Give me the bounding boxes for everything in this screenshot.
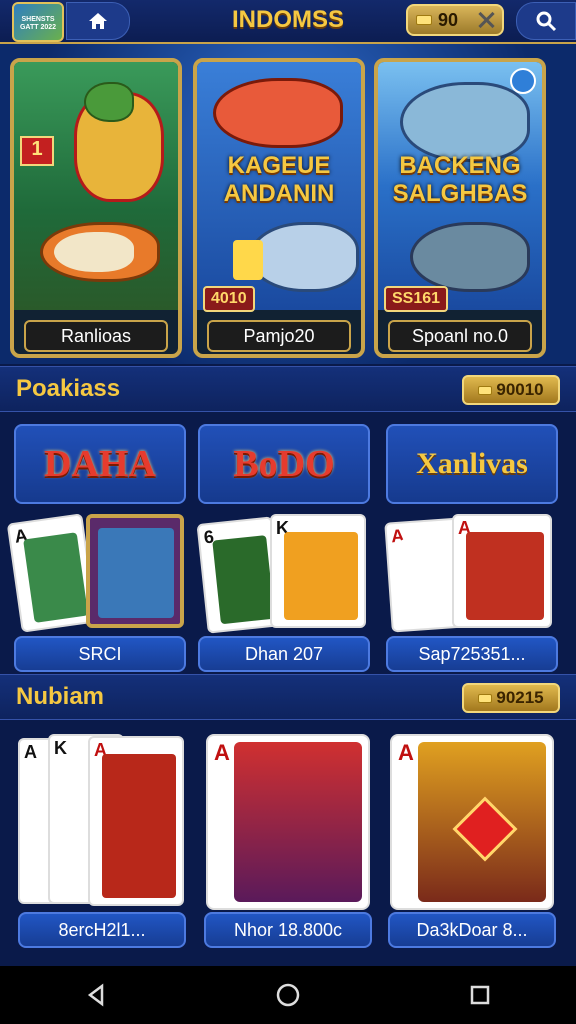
home-icon xyxy=(89,13,107,29)
close-icon[interactable] xyxy=(476,10,496,30)
featured-game-card[interactable]: 1 Ranlioas xyxy=(10,58,182,358)
back-icon xyxy=(87,983,104,1007)
game-banner: DAHA xyxy=(14,424,186,504)
featured-game-card[interactable]: KAGEUE ANDANIN 4010 Pamjo20 xyxy=(193,58,365,358)
logo-text: SHENSTS GATT 2022 xyxy=(19,16,57,31)
section-coin-value: 90010 xyxy=(496,380,544,399)
coin-balance[interactable]: 90 xyxy=(406,4,504,36)
price-badge: SS161 xyxy=(384,286,449,312)
app-logo[interactable]: SHENSTS GATT 2022 xyxy=(12,2,64,42)
card-art: A A xyxy=(384,514,558,634)
game-tile[interactable]: DAHA A SRCI xyxy=(6,424,186,672)
game-caption: Sap725351... xyxy=(386,636,558,672)
coin-value: 90 xyxy=(438,9,459,30)
game-caption: Da3kDoar 8... xyxy=(388,912,556,948)
game-label: Ranlioas xyxy=(24,320,168,352)
home-button[interactable] xyxy=(66,2,130,40)
card-art: A xyxy=(6,513,186,634)
game-tile[interactable]: BoDO 6 K Dhan 207 xyxy=(196,424,370,672)
level-badge: 1 xyxy=(20,136,54,166)
card-art: A K A xyxy=(18,734,186,914)
search-button[interactable] xyxy=(516,2,576,40)
coin-icon xyxy=(478,693,493,703)
game-art-title: BACKENG SALGHBAS xyxy=(392,152,528,207)
game-label: Pamjo20 xyxy=(207,320,351,352)
coin-icon xyxy=(478,385,493,395)
recents-icon xyxy=(470,985,490,1005)
card-art: A xyxy=(204,734,372,914)
card-art: A xyxy=(388,734,556,914)
game-tile[interactable]: A Nhor 18.800c xyxy=(204,734,372,948)
section-coin-pill[interactable]: 90010 xyxy=(462,375,560,405)
featured-game-card[interactable]: BACKENG SALGHBAS SS161 Spoanl no.0 xyxy=(374,58,546,358)
game-caption: Nhor 18.800c xyxy=(204,912,372,948)
game-caption: 8ercH2l1... xyxy=(18,912,186,948)
game-caption: SRCI xyxy=(14,636,186,672)
game-art-title: KAGEUE ANDANIN xyxy=(223,152,335,207)
game-art xyxy=(14,62,178,310)
section-title: Nubiam xyxy=(16,683,105,710)
search-icon xyxy=(536,11,557,32)
game-tile[interactable]: Xanlivas A A Sap725351... xyxy=(384,424,558,672)
recents-button[interactable] xyxy=(450,975,510,1015)
section-coin-value: 90215 xyxy=(496,688,544,707)
section-header: Poakiass 90010 xyxy=(0,366,576,412)
game-tile[interactable]: A Da3kDoar 8... xyxy=(388,734,556,948)
system-nav-bar xyxy=(0,966,576,1024)
home-nav-button[interactable] xyxy=(258,975,318,1015)
home-circle-icon xyxy=(276,983,300,1007)
game-tile[interactable]: A K A 8ercH2l1... xyxy=(18,734,186,948)
diamond-icon xyxy=(510,68,536,94)
game-label: Spoanl no.0 xyxy=(388,320,532,352)
price-badge: 4010 xyxy=(203,286,255,312)
card-art: 6 K xyxy=(196,514,370,634)
featured-carousel[interactable]: 1 Ranlioas KAGEUE ANDANIN 4010 Pamjo20 B… xyxy=(0,44,576,364)
section-coin-pill[interactable]: 90215 xyxy=(462,683,560,713)
coin-icon xyxy=(416,15,432,25)
top-bar: SHENSTS GATT 2022 INDOMSS 90 xyxy=(0,0,576,44)
game-caption: Dhan 207 xyxy=(198,636,370,672)
game-banner: Xanlivas xyxy=(386,424,558,504)
section-title: Poakiass xyxy=(16,375,121,402)
back-button[interactable] xyxy=(66,975,126,1015)
section-header: Nubiam 90215 xyxy=(0,674,576,720)
game-banner: BoDO xyxy=(198,424,370,504)
